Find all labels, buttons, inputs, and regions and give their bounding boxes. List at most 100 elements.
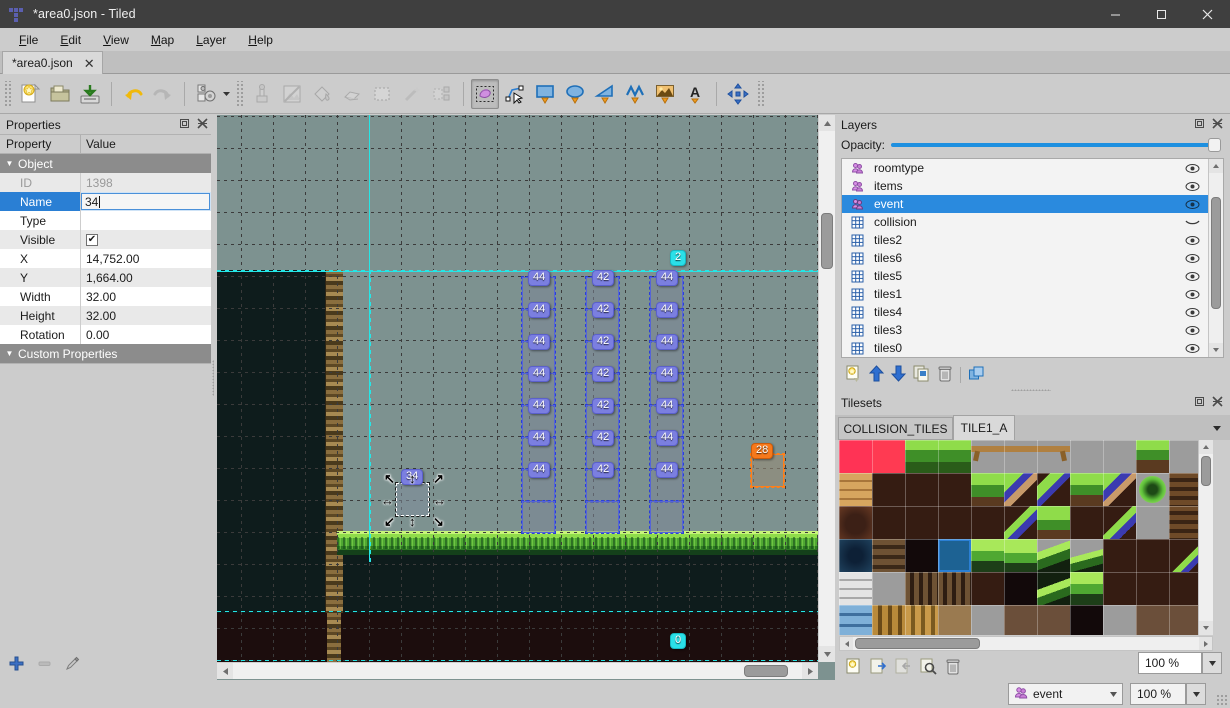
layer-row-collision[interactable]: collision [842, 213, 1223, 231]
import-tileset-button[interactable] [870, 658, 887, 678]
layer-visibility-icon[interactable] [1181, 181, 1203, 192]
move-layer-up-button[interactable] [868, 365, 885, 385]
select-objects-button[interactable] [471, 78, 499, 109]
tileset-hscroll-thumb[interactable] [855, 638, 980, 649]
map-canvas[interactable]: 44 44 44 44 44 44 44 42 42 42 42 42 42 4… [217, 115, 818, 662]
new-tileset-button[interactable] [845, 658, 862, 678]
property-row-visible[interactable]: Visible ✔ [0, 230, 211, 249]
scroll-left-button[interactable] [840, 637, 853, 650]
add-property-button[interactable] [9, 656, 24, 674]
object-label-badge[interactable]: 44 [528, 366, 551, 382]
map-properties-button[interactable] [192, 79, 220, 109]
object-label-badge[interactable]: 42 [592, 334, 615, 350]
pan-move-button[interactable] [724, 79, 752, 109]
new-layer-button[interactable] [845, 365, 862, 385]
insert-polyline-button[interactable] [621, 79, 649, 109]
map-object[interactable] [585, 500, 620, 534]
tileset-tab-tile1-a[interactable]: TILE1_A [953, 415, 1015, 440]
layer-row-tiles0[interactable]: tiles0 [842, 339, 1223, 357]
selected-object[interactable] [395, 482, 430, 517]
property-row-name[interactable]: Name 34 [0, 192, 211, 211]
object-label-badge[interactable]: 44 [528, 430, 551, 446]
resize-handle-w[interactable]: ↔ [381, 494, 394, 507]
menu-map[interactable]: Map [140, 30, 185, 50]
remove-tileset-button[interactable] [945, 658, 961, 678]
insert-polygon-button[interactable] [591, 79, 619, 109]
object-label-badge[interactable]: 42 [592, 398, 615, 414]
maximize-button[interactable] [1138, 0, 1184, 28]
menu-edit[interactable]: Edit [49, 30, 92, 50]
resize-handle-n[interactable]: ↕ [409, 472, 416, 485]
chevron-down-icon[interactable] [1208, 419, 1226, 437]
object-label-badge[interactable]: 44 [528, 302, 551, 318]
close-panel-icon[interactable] [1212, 395, 1223, 410]
layer-group-button[interactable] [968, 365, 985, 385]
object-label-badge[interactable]: 42 [592, 462, 615, 478]
tileset-vertical-scrollbar[interactable] [1198, 440, 1213, 635]
close-icon[interactable]: ✕ [84, 57, 95, 70]
window-resize-grip[interactable] [1216, 694, 1228, 706]
scroll-up-button[interactable] [1209, 159, 1223, 173]
layer-visibility-icon[interactable] [1181, 253, 1203, 264]
layer-visibility-icon[interactable] [1181, 163, 1203, 174]
object-label-badge-28[interactable]: 28 [751, 443, 774, 459]
move-layer-down-button[interactable] [890, 365, 907, 385]
toolbar-grip[interactable] [235, 80, 244, 107]
map-vertical-scrollbar[interactable] [818, 115, 835, 662]
property-row-y[interactable]: Y 1,664.00 [0, 268, 211, 287]
object-label-badge[interactable]: 44 [656, 366, 679, 382]
tileset-horizontal-scrollbar[interactable] [839, 636, 1213, 651]
object-label-badge-roomtype-bottom[interactable]: 0 [670, 633, 687, 649]
edit-polygons-button[interactable] [501, 79, 529, 109]
save-button[interactable] [76, 79, 104, 109]
undo-button[interactable] [119, 79, 147, 109]
float-panel-icon[interactable] [179, 118, 190, 132]
map-hscroll-thumb[interactable] [744, 665, 788, 677]
tileset-tab-collision-tiles[interactable]: COLLISION_TILES [838, 417, 953, 440]
property-group-object[interactable]: ▼ Object [0, 154, 211, 173]
layer-visibility-icon[interactable] [1181, 343, 1203, 354]
property-group-custom[interactable]: ▼ Custom Properties [0, 344, 211, 363]
layer-visibility-icon[interactable] [1181, 307, 1203, 318]
property-row-width[interactable]: Width 32.00 [0, 287, 211, 306]
resize-handle-ne[interactable]: ↗ [433, 472, 444, 485]
property-row-rotation[interactable]: Rotation 0.00 [0, 325, 211, 344]
resize-handle-e[interactable]: ↔ [433, 494, 446, 507]
object-label-badge-roomtype-top[interactable]: 2 [670, 250, 687, 266]
opacity-slider[interactable] [891, 137, 1221, 153]
layer-row-tiles2[interactable]: tiles2 [842, 231, 1223, 249]
resize-handle-s[interactable]: ↕ [409, 515, 416, 528]
new-map-button[interactable] [16, 79, 44, 109]
layer-list-scroll-thumb[interactable] [1211, 197, 1221, 309]
map-view[interactable]: 44 44 44 44 44 44 44 42 42 42 42 42 42 4… [217, 115, 835, 685]
toolbar-grip[interactable] [756, 80, 765, 107]
opacity-slider-knob[interactable] [1208, 138, 1221, 152]
scroll-right-button[interactable] [1199, 637, 1212, 650]
minimize-button[interactable] [1092, 0, 1138, 28]
map-object[interactable] [649, 500, 684, 534]
layer-row-event[interactable]: event [842, 195, 1223, 213]
map-vscroll-thumb[interactable] [821, 213, 833, 269]
open-folder-button[interactable] [46, 79, 74, 109]
layer-visibility-icon[interactable] [1181, 199, 1203, 210]
scroll-left-button[interactable] [217, 663, 233, 679]
object-label-badge[interactable]: 44 [656, 462, 679, 478]
resize-handle-sw[interactable]: ↙ [384, 515, 395, 528]
object-label-badge[interactable]: 44 [656, 334, 679, 350]
layer-row-tiles1[interactable]: tiles1 [842, 285, 1223, 303]
close-panel-icon[interactable] [197, 117, 208, 132]
status-zoom-dropdown[interactable] [1186, 683, 1206, 705]
layer-row-tiles5[interactable]: tiles5 [842, 267, 1223, 285]
edit-property-button[interactable] [65, 656, 80, 674]
menu-file[interactable]: FFileile [8, 30, 49, 50]
property-row-id[interactable]: ID 1398 [0, 173, 211, 192]
layer-visibility-icon-hidden[interactable] [1181, 217, 1203, 228]
layer-list-scrollbar[interactable] [1208, 159, 1223, 357]
object-label-badge[interactable]: 44 [528, 334, 551, 350]
toolbar-grip[interactable] [3, 80, 12, 107]
scroll-up-button[interactable] [1199, 440, 1213, 454]
scroll-up-button[interactable] [819, 115, 835, 131]
delete-layer-button[interactable] [937, 365, 953, 385]
object-label-badge[interactable]: 42 [592, 366, 615, 382]
scroll-down-button[interactable] [819, 646, 835, 662]
